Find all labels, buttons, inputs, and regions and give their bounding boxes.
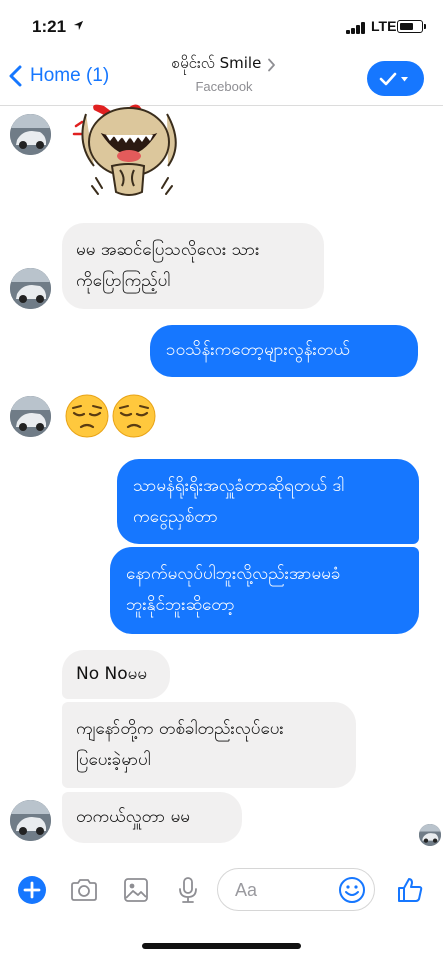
incoming-message[interactable]: မမ အဆင်ပြေသလိုလေး သား ကိုပြောကြည့်ပါ: [62, 223, 324, 309]
incoming-message[interactable]: ကျနော်တို့က တစ်ခါတည်းလုပ်ပေး ပြပေးခဲ့မှာ…: [62, 702, 356, 788]
back-button[interactable]: Home (1): [8, 58, 109, 94]
outgoing-message[interactable]: နောက်မလုပ်ပါဘူးလို့လည်းအာမမခံ ဘူးနိုင်ဘူ…: [110, 547, 419, 634]
message-line: မမ အဆင်ပြေသလိုလေး သား: [76, 240, 260, 260]
laughing-dog-sticker[interactable]: [72, 104, 190, 198]
message-line: နောက်မလုပ်ပါဘူးလို့လည်းအာမမခံ: [126, 564, 341, 584]
message-input-placeholder: Aa: [235, 880, 258, 900]
camera-icon[interactable]: [69, 875, 99, 905]
incoming-message[interactable]: တကယ်လှူတာ မမ: [62, 792, 242, 843]
outgoing-message[interactable]: ၁၀သိန်းကတော့များလွန်းတယ်: [150, 325, 418, 377]
battery-icon: [397, 20, 426, 33]
contact-avatar[interactable]: [10, 800, 51, 841]
contact-avatar[interactable]: [10, 114, 51, 155]
emoji-icon[interactable]: [338, 876, 366, 904]
like-icon[interactable]: [395, 875, 425, 905]
conversation-header: Home (1) စမိုင်းလ် Smile Facebook: [0, 46, 443, 106]
message-line: ကငွေညှစ်တာ: [133, 507, 218, 527]
location-arrow-icon: [73, 20, 84, 31]
contact-avatar[interactable]: [10, 268, 51, 309]
incoming-message[interactable]: No Noမမ: [62, 650, 170, 699]
message-line: တကယ်လှူတာ မမ: [76, 807, 190, 827]
gallery-icon[interactable]: [121, 875, 151, 905]
message-line: No Noမမ: [76, 664, 148, 684]
message-line: ကိုပြောကြည့်ပါ: [76, 271, 171, 291]
message-line: သာမန်ရိုးရိုးအလှူခံတာဆိုရတယ် ဒါ: [133, 476, 345, 496]
chevron-right-icon: [268, 58, 276, 72]
checkmark-dropdown-icon: [379, 72, 408, 85]
message-line: ၁၀သိန်းကတော့များလွန်းတယ်: [166, 340, 350, 360]
signal-strength-icon: [346, 22, 366, 34]
contact-name: စမိုင်းလ် Smile: [171, 54, 262, 72]
contact-title[interactable]: စမိုင်းလ် Smile Facebook: [150, 54, 298, 94]
back-label: Home (1): [30, 65, 110, 86]
home-indicator[interactable]: [142, 943, 301, 949]
message-input[interactable]: Aa: [217, 868, 375, 911]
actions-dropdown-button[interactable]: [367, 61, 424, 96]
back-chevron-icon: [9, 65, 22, 87]
status-time: 1:21: [32, 17, 67, 36]
outgoing-message[interactable]: သာမန်ရိုးရိုးအလှူခံတာဆိုရတယ် ဒါ ကငွေညှစ်…: [117, 459, 419, 544]
message-composer: Aa: [0, 862, 443, 918]
contact-subtitle: Facebook: [195, 79, 253, 94]
message-line: ဘူးနိုင်ဘူးဆိုတော့: [126, 595, 235, 615]
microphone-icon[interactable]: [173, 875, 203, 905]
pensive-face-emoji[interactable]: [64, 393, 110, 439]
pensive-face-emoji[interactable]: [111, 393, 157, 439]
seen-indicator-avatar: [419, 824, 441, 846]
contact-avatar[interactable]: [10, 396, 51, 437]
plus-icon[interactable]: [17, 875, 47, 905]
message-line: ပြပေးခဲ့မှာပါ: [76, 750, 151, 770]
status-bar: 1:21 LTE: [0, 0, 443, 46]
message-line: ကျနော်တို့က တစ်ခါတည်းလုပ်ပေး: [76, 719, 284, 739]
network-type-label: LTE: [371, 18, 397, 34]
